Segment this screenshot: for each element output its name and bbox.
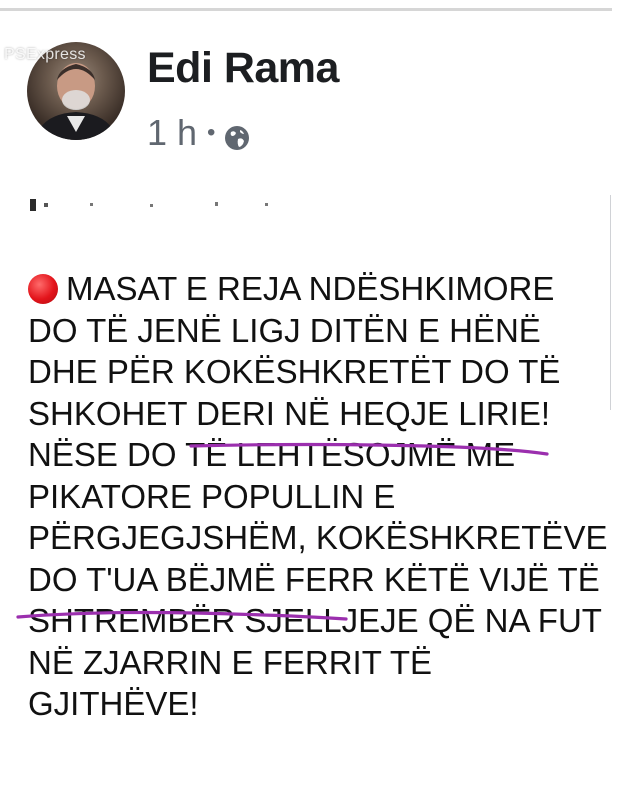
post-line: GJITHËVE! <box>28 685 199 722</box>
post-line: SHKOHET DERI NË HEQJE LIRIE! <box>28 394 551 432</box>
post-line: NËSE DO TË LEHTËSOJMË ME <box>28 436 516 473</box>
post-line: DHE PËR KOKËSHKRETËT DO TË <box>28 353 561 390</box>
post-line: NË ZJARRIN E FERRIT TË <box>28 643 432 681</box>
author-name[interactable]: Edi Rama <box>147 44 339 93</box>
meta-separator: • <box>207 119 216 146</box>
post-line: PËRGJEGJSHËM, KOKËSHKRETËVE <box>28 519 608 556</box>
post-frame-edge <box>610 195 611 410</box>
red-circle-icon <box>28 274 58 304</box>
post-timestamp[interactable]: 1 h <box>147 112 197 154</box>
post-text: MASAT E REJA NDËSHKIMORE <box>66 270 555 307</box>
redacted-text <box>30 199 268 211</box>
post-body: MASAT E REJA NDËSHKIMORE DO TË JENË LIGJ… <box>28 268 610 725</box>
post-meta: 1 h • <box>147 112 251 154</box>
watermark-text: PSExpress <box>4 46 86 63</box>
post-line: PIKATORE POPULLIN E <box>28 477 396 515</box>
post-line: MASAT E REJA NDËSHKIMORE <box>28 268 610 310</box>
post-line: SHTREMBËR SJELLJEJE QË NA FUT <box>28 602 602 639</box>
globe-icon[interactable] <box>223 119 251 150</box>
post-line: DO TË JENË LIGJ DITËN E HËNË <box>28 311 541 349</box>
post-line: DO T'UA BËJMË FERR KËTË VIJË TË <box>28 560 600 598</box>
top-divider <box>0 8 612 11</box>
